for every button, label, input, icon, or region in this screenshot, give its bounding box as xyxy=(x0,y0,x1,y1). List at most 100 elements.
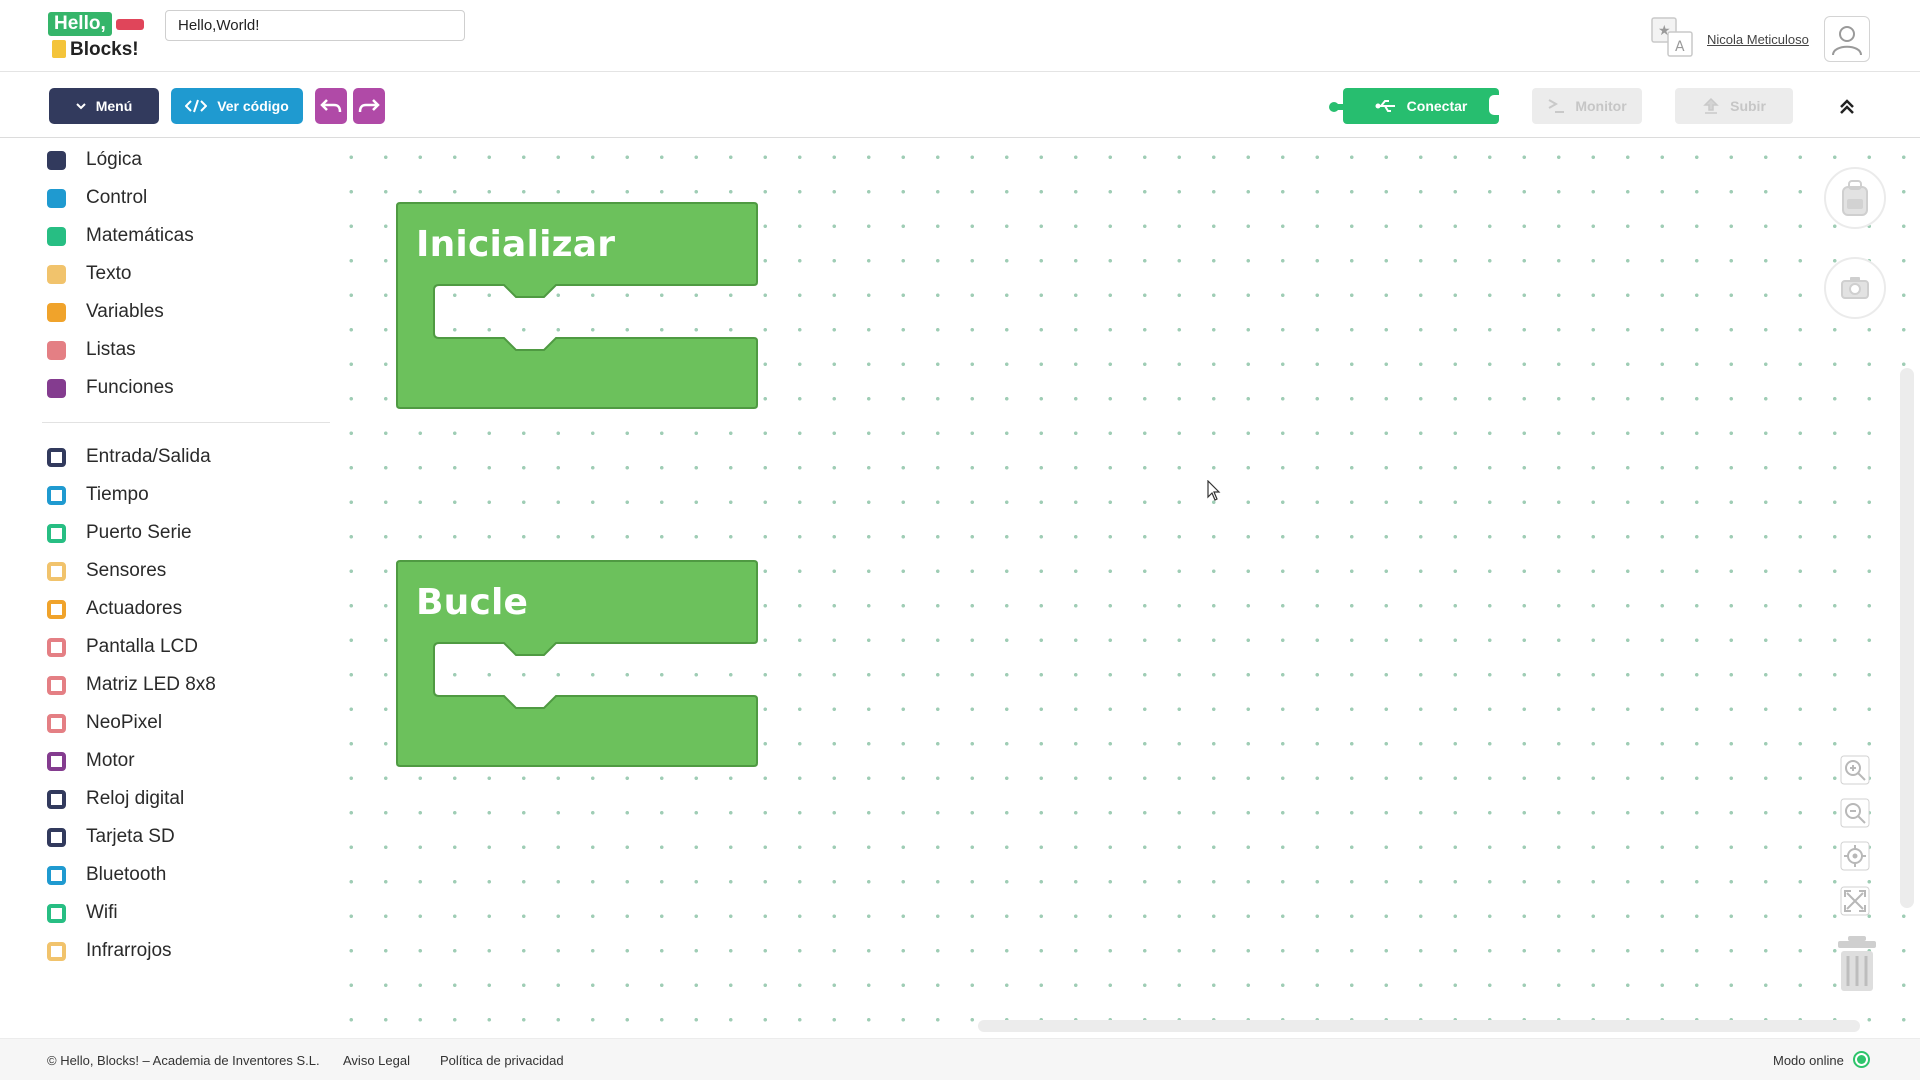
category-label: Pantalla LCD xyxy=(86,636,198,657)
category-swatch xyxy=(47,675,66,695)
logo-tag xyxy=(116,19,144,30)
chevron-down-icon xyxy=(76,103,86,110)
category-funciones[interactable]: Funciones xyxy=(42,373,174,403)
monitor-label: Monitor xyxy=(1575,98,1627,114)
category-texto[interactable]: Texto xyxy=(42,259,131,289)
category-control[interactable]: Control xyxy=(42,183,147,213)
category-puerto-serie[interactable]: Puerto Serie xyxy=(42,518,192,548)
category-actuadores[interactable]: Actuadores xyxy=(42,594,182,624)
trash-icon[interactable] xyxy=(1836,935,1878,993)
zoom-out-icon[interactable] xyxy=(1840,798,1870,828)
mouse-cursor-icon xyxy=(1207,479,1221,502)
vertical-scrollbar[interactable] xyxy=(1900,368,1914,908)
privacy-link[interactable]: Política de privacidad xyxy=(440,1053,564,1068)
mode-status-text: Modo online xyxy=(1773,1053,1844,1068)
redo-icon xyxy=(358,99,380,113)
category-swatch xyxy=(47,523,66,543)
category-label: Motor xyxy=(86,750,135,771)
category-label: Control xyxy=(86,187,148,208)
logo-square xyxy=(52,40,66,58)
monitor-icon xyxy=(1548,99,1565,113)
menu-button-label: Menú xyxy=(95,98,133,114)
view-code-button[interactable]: Ver código xyxy=(171,88,303,124)
upload-icon xyxy=(1703,97,1719,114)
category-swatch xyxy=(47,637,66,657)
svg-text:A: A xyxy=(1675,39,1685,55)
user-name-link[interactable]: Nicola Meticuloso xyxy=(1707,32,1809,47)
category-swatch xyxy=(47,789,66,809)
connect-label: Conectar xyxy=(1406,98,1468,114)
block-bucle[interactable]: Bucle xyxy=(396,558,758,768)
category-label: Lógica xyxy=(86,149,142,170)
category-swatch xyxy=(47,485,66,505)
category-entrada-salida[interactable]: Entrada/Salida xyxy=(42,442,211,472)
view-code-label: Ver código xyxy=(217,98,289,114)
category-sensores[interactable]: Sensores xyxy=(42,556,166,586)
legal-link[interactable]: Aviso Legal xyxy=(343,1053,410,1068)
upload-label: Subir xyxy=(1730,98,1766,114)
category-label: Matriz LED 8x8 xyxy=(86,674,216,695)
upload-button[interactable]: Subir xyxy=(1675,88,1793,124)
category-label: Texto xyxy=(86,263,132,284)
category-swatch xyxy=(47,751,66,771)
avatar[interactable] xyxy=(1824,16,1870,62)
svg-text:★: ★ xyxy=(1658,23,1671,39)
category-infrarrojos[interactable]: Infrarrojos xyxy=(42,936,172,966)
category-swatch xyxy=(47,378,66,398)
copyright-text: © Hello, Blocks! – Academia de Inventore… xyxy=(47,1053,320,1068)
usb-icon xyxy=(1375,100,1395,112)
category-logica[interactable]: Lógica xyxy=(42,145,142,175)
redo-button[interactable] xyxy=(353,88,385,124)
category-tiempo[interactable]: Tiempo xyxy=(42,480,149,510)
category-label: Infrarrojos xyxy=(86,940,172,961)
project-name-input[interactable] xyxy=(165,10,465,41)
category-matriz-led[interactable]: Matriz LED 8x8 xyxy=(42,670,216,700)
category-swatch xyxy=(47,713,66,733)
category-tarjeta-sd[interactable]: Tarjeta SD xyxy=(42,822,175,852)
camera-icon xyxy=(1841,277,1869,299)
category-reloj-digital[interactable]: Reloj digital xyxy=(42,784,184,814)
connect-button[interactable]: Conectar xyxy=(1343,88,1499,124)
recenter-icon[interactable] xyxy=(1840,841,1870,871)
category-sidebar: Lógica Control Matemáticas Texto Variabl… xyxy=(0,138,332,1038)
category-label: Listas xyxy=(86,339,136,360)
undo-button[interactable] xyxy=(315,88,347,124)
backpack-button[interactable] xyxy=(1824,167,1886,229)
category-swatch xyxy=(47,226,66,246)
backpack-icon xyxy=(1842,180,1868,216)
menu-button[interactable]: Menú xyxy=(49,88,159,124)
category-label: Puerto Serie xyxy=(86,522,192,543)
category-matematicas[interactable]: Matemáticas xyxy=(42,221,194,251)
translate-icon[interactable]: ★ A xyxy=(1650,16,1696,58)
category-label: Tarjeta SD xyxy=(86,826,175,847)
category-swatch xyxy=(47,941,66,961)
fullscreen-icon[interactable] xyxy=(1840,886,1870,916)
category-bluetooth[interactable]: Bluetooth xyxy=(42,860,166,890)
category-label: Reloj digital xyxy=(86,788,185,809)
category-variables[interactable]: Variables xyxy=(42,297,164,327)
category-swatch xyxy=(47,188,66,208)
screenshot-button[interactable] xyxy=(1824,257,1886,319)
category-swatch xyxy=(47,447,66,467)
monitor-button[interactable]: Monitor xyxy=(1532,88,1642,124)
category-motor[interactable]: Motor xyxy=(42,746,135,776)
category-label: Funciones xyxy=(86,377,174,398)
category-label: Entrada/Salida xyxy=(86,446,211,467)
hello-blocks-logo[interactable]: Hello, Blocks! xyxy=(48,12,148,64)
category-swatch xyxy=(47,827,66,847)
category-wifi[interactable]: Wifi xyxy=(42,898,118,928)
category-swatch xyxy=(47,150,66,170)
category-swatch xyxy=(47,865,66,885)
block-title: Inicializar xyxy=(416,224,616,265)
collapse-up-icon[interactable] xyxy=(1836,96,1858,118)
code-icon xyxy=(185,99,208,113)
category-listas[interactable]: Listas xyxy=(42,335,136,365)
horizontal-scrollbar[interactable] xyxy=(978,1020,1860,1032)
category-pantalla-lcd[interactable]: Pantalla LCD xyxy=(42,632,198,662)
block-inicializar[interactable]: Inicializar xyxy=(396,200,758,410)
blocks-workspace[interactable]: Inicializar Bucle xyxy=(332,138,1920,1038)
zoom-in-icon[interactable] xyxy=(1840,755,1870,785)
category-label: Sensores xyxy=(86,560,167,581)
category-label: Actuadores xyxy=(86,598,183,619)
category-neopixel[interactable]: NeoPixel xyxy=(42,708,162,738)
